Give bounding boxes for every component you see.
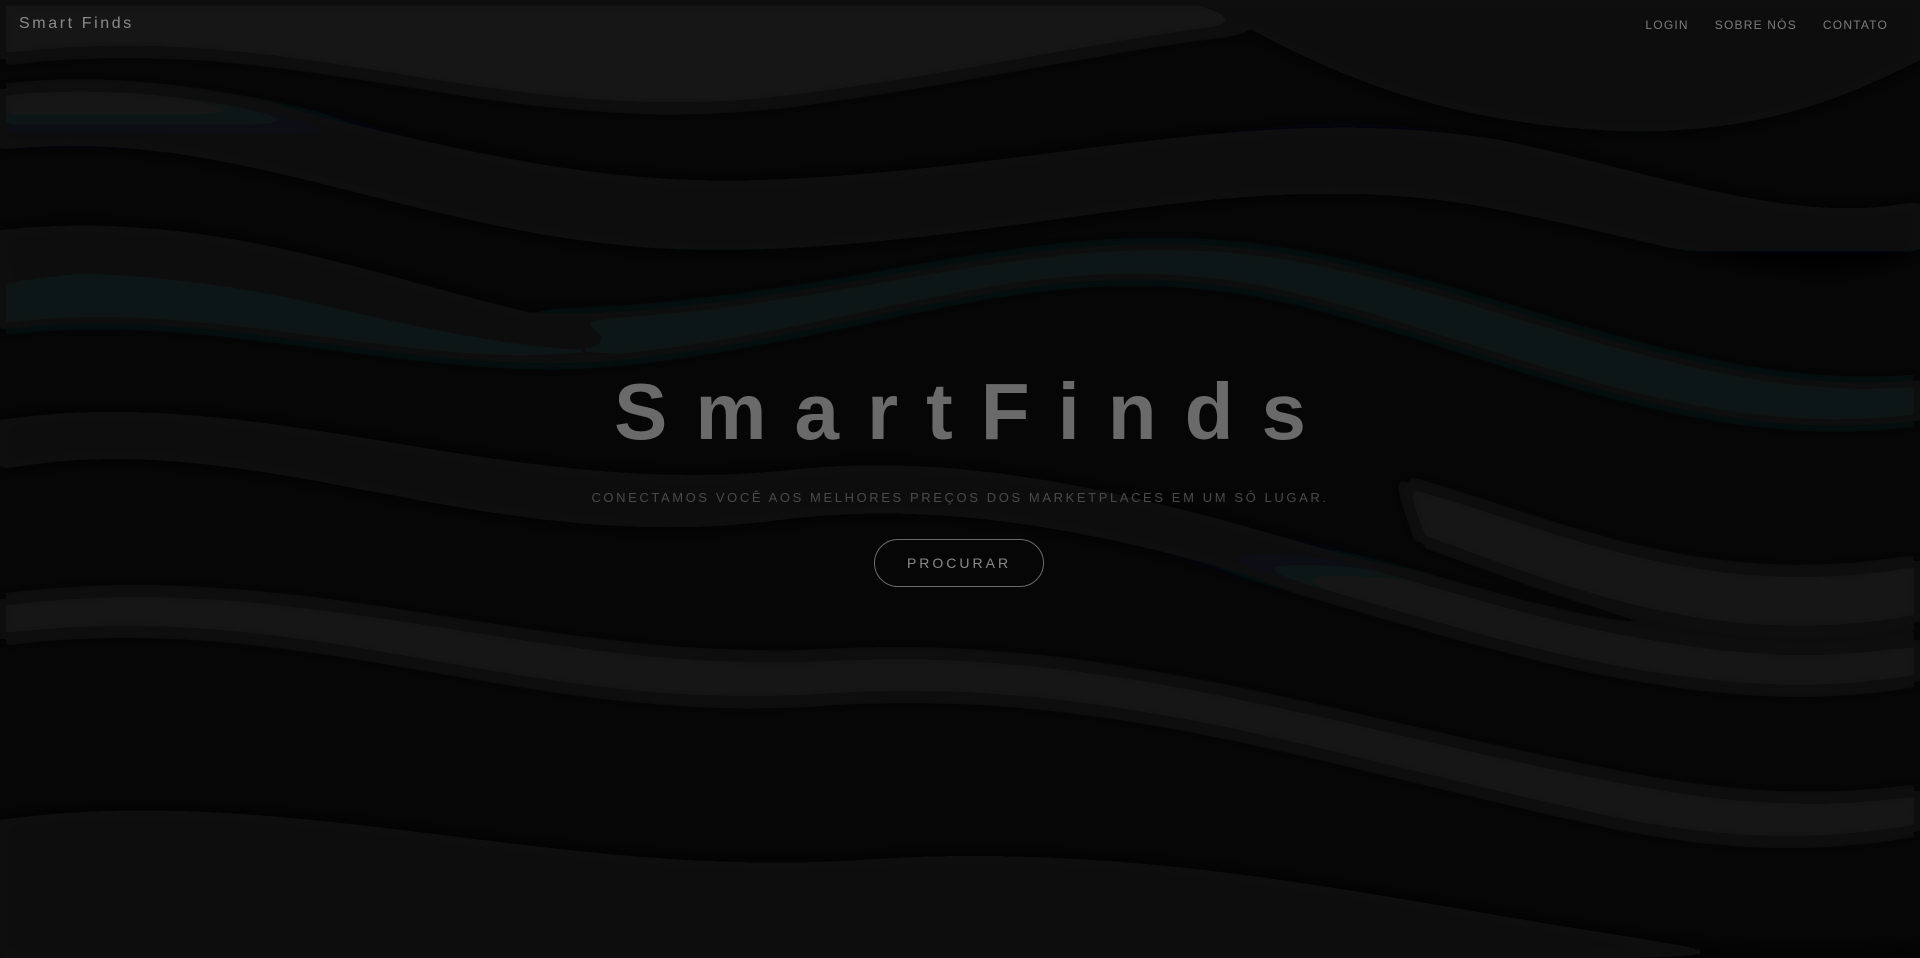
hero-subtitle: CONECTAMOS VOCÊ AOS MELHORES PREÇOS DOS …	[591, 490, 1329, 505]
wave-background	[0, 0, 1920, 958]
site-logo[interactable]: Smart Finds	[19, 15, 134, 33]
top-header: Smart Finds LOGIN SOBRE NÓS CONTATO	[0, 0, 1920, 50]
nav-link-login[interactable]: LOGIN	[1645, 18, 1688, 32]
hero-title: SmartFinds	[613, 367, 1335, 456]
top-nav: LOGIN SOBRE NÓS CONTATO	[1645, 18, 1888, 32]
procurar-button[interactable]: PROCURAR	[874, 539, 1044, 587]
landing-page: Smart Finds LOGIN SOBRE NÓS CONTATO Smar…	[0, 0, 1920, 958]
nav-link-contato[interactable]: CONTATO	[1823, 18, 1888, 32]
nav-link-sobre-nos[interactable]: SOBRE NÓS	[1715, 18, 1797, 32]
